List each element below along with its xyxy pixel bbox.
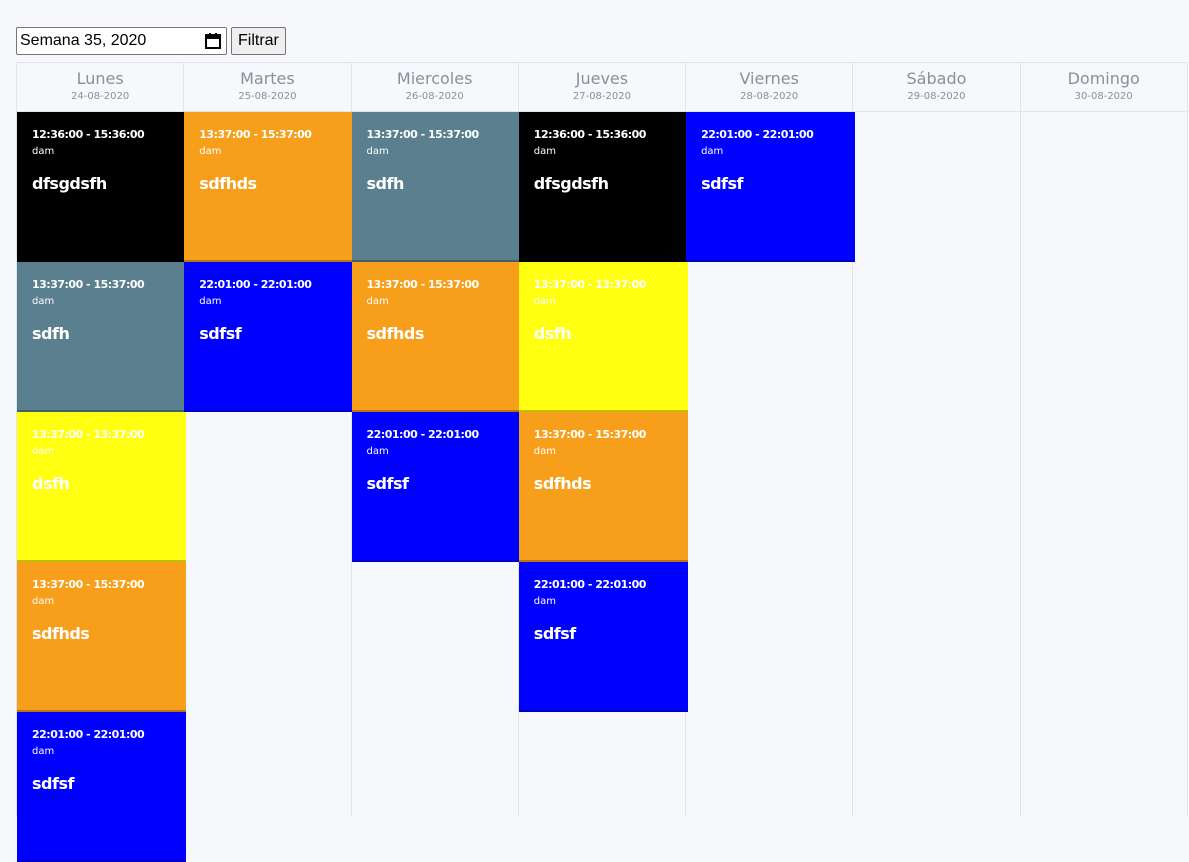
day-date: 26-08-2020	[405, 91, 464, 102]
event-card[interactable]: 13:37:00 - 13:37:00 dam dsfh	[17, 412, 186, 562]
day-column: 22:01:00 - 22:01:00 dam sdfsf	[686, 112, 856, 816]
event-time: 13:37:00 - 15:37:00	[366, 128, 480, 141]
event-card[interactable]: 12:36:00 - 15:36:00 dam dfsgdsfh	[518, 112, 688, 262]
event-card[interactable]: 22:01:00 - 22:01:00 dam sdfsf	[351, 412, 521, 562]
event-title: dsfh	[533, 324, 572, 343]
day-column: 13:37:00 - 15:37:00 dam sdfh 13:37:00 - 15:…	[351, 112, 521, 816]
event-title: sdfhds	[199, 174, 257, 193]
day-date: 28-08-2020	[740, 91, 799, 102]
calendar-body: 12:36:00 - 15:36:00 dam dfsgdsfh 13:37:00 -…	[17, 112, 1188, 862]
event-title: sdfsf	[366, 474, 409, 493]
event-user: dam	[533, 596, 557, 607]
event-card[interactable]: 13:37:00 - 15:37:00 dam sdfhds	[184, 112, 354, 262]
event-card[interactable]: 13:37:00 - 15:37:00 dam sdfh	[17, 262, 186, 412]
day-date: 30-08-2020	[1074, 91, 1133, 102]
filter-toolbar: Semana 35, 2020 Filtrar	[16, 27, 286, 55]
day-header: Miercoles 26-08-2020	[352, 63, 519, 111]
event-card[interactable]: 13:37:00 - 15:37:00 dam sdfhds	[351, 262, 521, 412]
event-time: 13:37:00 - 15:37:00	[32, 578, 145, 591]
event-user: dam	[32, 446, 55, 457]
event-user: dam	[199, 296, 222, 307]
event-time: 12:36:00 - 15:36:00	[533, 128, 647, 141]
event-card[interactable]: 22:01:00 - 22:01:00 dam sdfsf	[184, 262, 354, 412]
day-name: Jueves	[575, 69, 629, 88]
week-picker-input[interactable]: Semana 35, 2020	[16, 27, 227, 55]
event-title: sdfhds	[32, 624, 90, 643]
event-title: sdfhds	[366, 324, 425, 343]
event-time: 13:37:00 - 15:37:00	[32, 278, 145, 291]
day-column	[853, 112, 1021, 816]
event-card[interactable]: 13:37:00 - 15:37:00 dam sdfh	[351, 112, 521, 262]
event-user: dam	[366, 146, 389, 157]
day-header: Viernes 28-08-2020	[686, 63, 854, 111]
event-user: dam	[32, 146, 55, 157]
event-title: sdfsf	[32, 774, 74, 793]
event-card[interactable]: 12:36:00 - 15:36:00 dam dfsgdsfh	[17, 112, 186, 262]
day-header: Jueves 27-08-2020	[519, 63, 687, 111]
event-card[interactable]: 13:37:00 - 15:37:00 dam sdfhds	[17, 562, 186, 712]
day-name: Martes	[240, 69, 295, 88]
event-time: 22:01:00 - 22:01:00	[32, 728, 145, 741]
event-card[interactable]: 22:01:00 - 22:01:00 dam sdfsf	[518, 562, 688, 712]
event-user: dam	[199, 146, 222, 157]
event-time: 13:37:00 - 13:37:00	[533, 278, 647, 291]
event-user: dam	[366, 296, 389, 307]
day-date: 25-08-2020	[238, 91, 297, 102]
event-user: dam	[32, 596, 55, 607]
event-title: sdfhds	[533, 474, 592, 493]
week-calendar: Lunes 24-08-2020 Martes 25-08-2020 Miercoles…	[16, 62, 1188, 862]
day-header: Sábado 29-08-2020	[853, 63, 1021, 111]
week-picker-value: Semana 35, 2020	[20, 32, 147, 49]
day-column: 12:36:00 - 15:36:00 dam dfsgdsfh 13:37:00 -…	[518, 112, 688, 816]
day-header: Domingo 30-08-2020	[1021, 63, 1188, 111]
day-name: Lunes	[76, 69, 124, 88]
event-time: 13:37:00 - 15:37:00	[199, 128, 312, 141]
calendar-icon[interactable]	[204, 32, 222, 50]
filter-button[interactable]: Filtrar	[231, 27, 286, 55]
event-user: dam	[32, 746, 55, 757]
day-column: 13:37:00 - 15:37:00 dam sdfhds 22:01:00 - 2…	[184, 112, 354, 816]
day-header: Lunes 24-08-2020	[17, 63, 185, 111]
event-time: 13:37:00 - 13:37:00	[32, 428, 145, 441]
event-time: 22:01:00 - 22:01:00	[366, 428, 480, 441]
day-date: 29-08-2020	[907, 91, 966, 102]
event-time: 13:37:00 - 15:37:00	[366, 278, 480, 291]
day-name: Viernes	[739, 69, 799, 88]
event-title: sdfsf	[533, 624, 576, 643]
event-time: 13:37:00 - 15:37:00	[533, 428, 647, 441]
event-user: dam	[533, 446, 557, 457]
event-title: sdfsf	[199, 324, 242, 343]
day-name: Domingo	[1067, 69, 1140, 88]
day-name: Miercoles	[396, 69, 473, 88]
event-title: sdfh	[366, 174, 405, 193]
event-user: dam	[533, 296, 557, 307]
day-header: Martes 25-08-2020	[184, 63, 352, 111]
event-title: dfsgdsfh	[32, 174, 107, 193]
event-user: dam	[366, 446, 389, 457]
event-card[interactable]: 13:37:00 - 13:37:00 dam dsfh	[518, 262, 688, 412]
event-time: 12:36:00 - 15:36:00	[32, 128, 145, 141]
event-card[interactable]: 22:01:00 - 22:01:00 dam sdfsf	[686, 112, 856, 262]
event-title: sdfh	[32, 324, 70, 343]
event-user: dam	[533, 146, 557, 157]
day-date: 27-08-2020	[572, 91, 631, 102]
event-title: sdfsf	[701, 174, 743, 193]
event-card[interactable]: 13:37:00 - 15:37:00 dam sdfhds	[518, 412, 688, 562]
day-date: 24-08-2020	[71, 91, 130, 102]
event-time: 22:01:00 - 22:01:00	[533, 578, 647, 591]
event-time: 22:01:00 - 22:01:00	[701, 128, 814, 141]
day-name: Sábado	[906, 69, 967, 88]
day-column: 12:36:00 - 15:36:00 dam dfsgdsfh 13:37:00 -…	[17, 112, 186, 862]
day-column	[1021, 112, 1188, 816]
event-title: dsfh	[32, 474, 70, 493]
event-user: dam	[701, 146, 724, 157]
event-card[interactable]: 22:01:00 - 22:01:00 dam sdfsf	[17, 712, 186, 862]
event-title: dfsgdsfh	[533, 174, 609, 193]
event-user: dam	[32, 296, 55, 307]
calendar-header: Lunes 24-08-2020 Martes 25-08-2020 Miercoles…	[17, 62, 1188, 112]
event-time: 22:01:00 - 22:01:00	[199, 278, 312, 291]
